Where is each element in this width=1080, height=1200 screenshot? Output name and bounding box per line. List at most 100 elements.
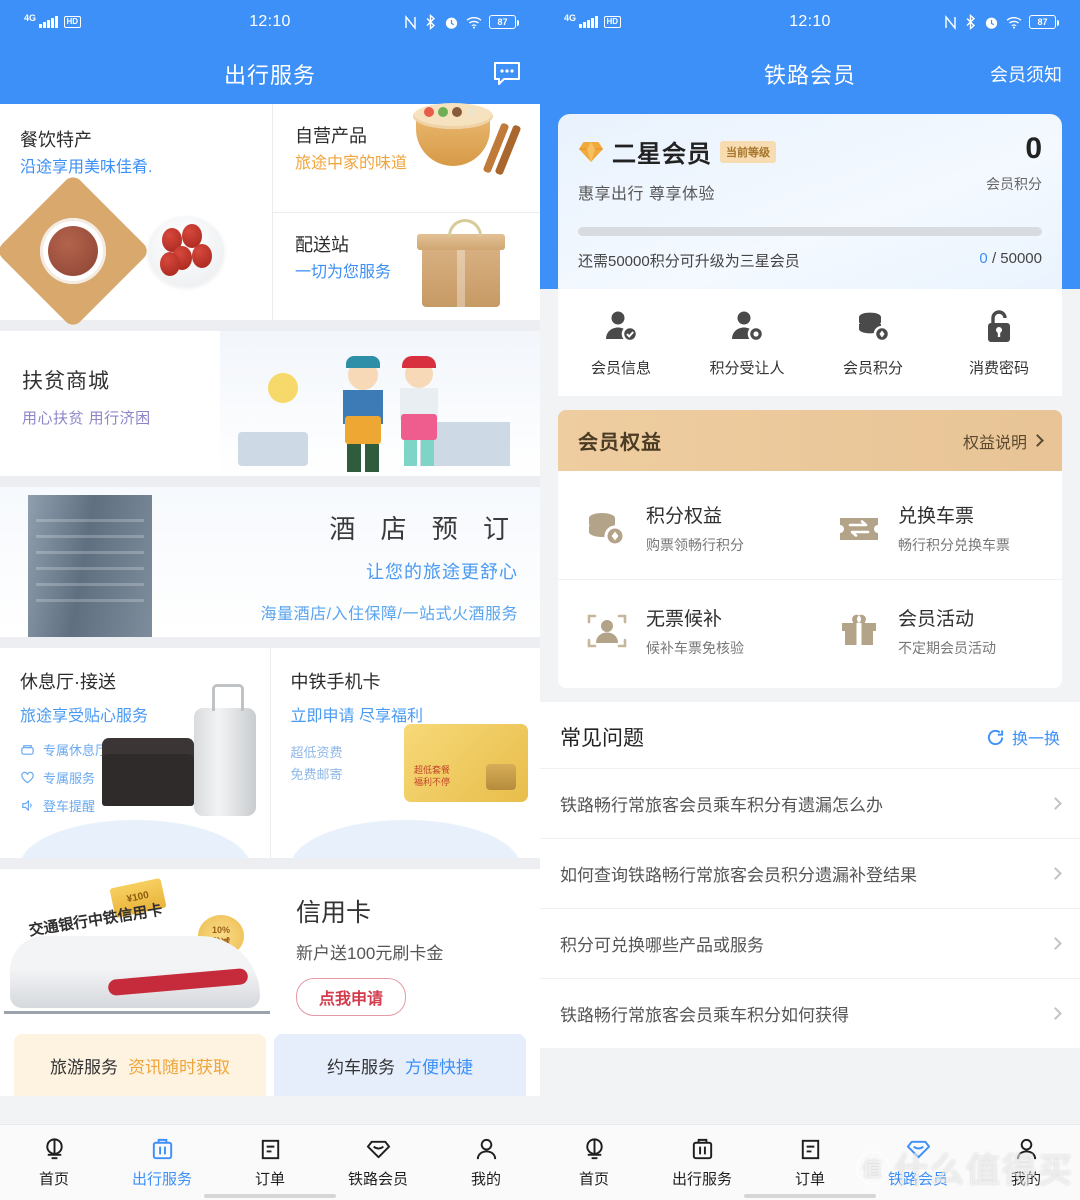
faq-title: 常见问题	[560, 727, 644, 750]
jujube-plate-illustration	[148, 216, 224, 286]
hotel-building-illustration	[28, 495, 152, 637]
lounge-feature-label: 专属服务	[43, 771, 96, 786]
faq-item-text: 铁路畅行常旅客会员乘车积分如何获得	[560, 1006, 849, 1025]
progress-fraction: 0 / 50000	[979, 250, 1042, 271]
gift-box-illustration	[417, 218, 505, 307]
faq-item[interactable]: 如何查询铁路畅行常旅客会员积分遗漏补登结果	[540, 838, 1080, 908]
ticket-exchange-icon	[840, 518, 878, 540]
credit-subtitle: 新户送100元刷卡金	[296, 944, 444, 963]
progress-current: 0	[979, 250, 988, 267]
sim-chip-icon	[486, 764, 516, 790]
poverty-alleviation-banner[interactable]: 扶贫商城 用心扶贫 用行济困	[0, 331, 540, 476]
faq-item[interactable]: 积分可兑换哪些产品或服务	[540, 908, 1080, 978]
sim-card-text-1: 超低套餐	[414, 765, 451, 775]
tab-home[interactable]: 首页	[0, 1125, 108, 1200]
faq-refresh-label: 换一换	[1011, 731, 1060, 748]
quick-member-info[interactable]: 会员信息	[558, 309, 684, 378]
tab-member-label: 铁路会员	[887, 1171, 948, 1188]
tab-profile[interactable]: 我的	[972, 1125, 1080, 1200]
dual-screenshot: 4G HD 12:10 87 出行服务 餐饮特产 沿途享用美味佳肴. 自营产品 …	[0, 0, 1080, 1200]
status-network-group: 4G HD	[24, 13, 82, 28]
faq-item[interactable]: 铁路畅行常旅客会员乘车积分如何获得	[540, 978, 1080, 1048]
sim-title: 中铁手机卡	[290, 672, 381, 692]
farmers-illustration	[220, 331, 540, 476]
sim-subtitle: 立即申请 尽享福利	[290, 708, 423, 725]
food-specialty-card[interactable]: 餐饮特产 沿途享用美味佳肴.	[0, 104, 272, 329]
section-divider-4	[0, 858, 540, 869]
current-level-badge: 当前等级	[720, 140, 776, 163]
chat-bubble-icon[interactable]	[492, 61, 522, 87]
quick-pay-password[interactable]: 消费密码	[936, 309, 1062, 378]
right-item-title: 积分权益	[646, 506, 723, 527]
car-hailing-chip[interactable]: 约车服务 方便快捷	[274, 1034, 526, 1096]
right-item-text: 无票候补 候补车票免核验	[646, 604, 744, 658]
quick-member-points[interactable]: 会员积分	[810, 309, 936, 378]
tab-orders-label: 订单	[254, 1171, 285, 1188]
right-item-member-activity[interactable]: 会员活动 不定期会员活动	[810, 579, 1062, 682]
faq-refresh-button[interactable]: 换一换	[986, 725, 1060, 749]
member-notice-link[interactable]: 会员须知	[990, 61, 1062, 87]
food-section: 餐饮特产 沿途享用美味佳肴. 自营产品 旅途中家的味道 配送站 一切为您服务	[0, 103, 540, 329]
tab-home[interactable]: 首页	[540, 1125, 648, 1200]
quick-actions-row: 会员信息 积分受让人 会员积分 消费密码	[558, 289, 1062, 396]
section-divider	[0, 320, 540, 331]
member-card-left: 二星会员 当前等级 惠享出行 尊享体验	[578, 134, 986, 204]
tab-travel-label: 出行服务	[131, 1171, 192, 1188]
faq-section: 常见问题 换一换 铁路畅行常旅客会员乘车积分有遗漏怎么办 如何查询铁路畅行常旅客…	[540, 702, 1080, 1048]
battery-icon: 87	[489, 15, 519, 29]
credit-card-banner[interactable]: ¥100 10% 秒减 交通银行中铁信用卡 信用卡 新户送100元刷卡金 点我申…	[0, 869, 540, 1034]
right-item-title: 兑换车票	[898, 506, 975, 527]
rights-explanation-link[interactable]: 权益说明	[963, 429, 1044, 453]
tab-orders[interactable]: 订单	[756, 1125, 864, 1200]
tab-travel-services[interactable]: 出行服务	[108, 1125, 216, 1200]
food-specialty-subtitle: 沿途享用美味佳肴.	[20, 159, 153, 176]
nav-bar-right: 铁路会员 会员须知	[540, 44, 1080, 104]
bottom-chip-row: 旅游服务 资讯随时获取 约车服务 方便快捷	[0, 1034, 540, 1096]
hotel-booking-banner[interactable]: 酒 店 预 订 让您的旅途更舒心 海量酒店/入住保障/一站式火酒服务	[0, 487, 540, 637]
apply-button[interactable]: 点我申请	[296, 978, 407, 1016]
member-rights-grid: 积分权益 购票领畅行积分 兑换车票 畅行积分兑换车票 无票候补 候补车票免核验 …	[558, 471, 1062, 688]
diamond-icon	[579, 141, 603, 162]
right-item-waitlist[interactable]: 无票候补 候补车票免核验	[558, 579, 810, 682]
suitcase-icon	[692, 1138, 712, 1160]
right-item-ticket-exchange[interactable]: 兑换车票 畅行积分兑换车票	[810, 477, 1062, 579]
delivery-station-card[interactable]: 配送站 一切为您服务	[273, 211, 540, 321]
right-panel-railway-member: 4G HD 12:10 87 铁路会员 会员须知 二星会员 当前等级 惠享出行 …	[540, 0, 1080, 1200]
rail-line	[4, 1011, 270, 1014]
tab-railway-member[interactable]: 铁路会员	[324, 1125, 432, 1200]
self-operated-card[interactable]: 自营产品 旅途中家的味道	[273, 103, 540, 212]
left-panel-travel-services: 4G HD 12:10 87 出行服务 餐饮特产 沿途享用美味佳肴. 自营产品 …	[0, 0, 540, 1200]
tab-travel-services[interactable]: 出行服务	[648, 1125, 756, 1200]
member-level-title-row: 二星会员 当前等级	[578, 134, 986, 169]
tab-profile[interactable]: 我的	[432, 1125, 540, 1200]
tab-travel-label: 出行服务	[671, 1171, 732, 1188]
chevron-right-icon	[1049, 797, 1062, 810]
lounge-card[interactable]: 休息厅·接送 旅途享受贴心服务 专属休息厅 专属服务 登车提醒	[0, 648, 270, 858]
tab-bar-right: 首页 出行服务 订单 铁路会员 我的	[540, 1124, 1080, 1200]
self-operated-title: 自营产品	[295, 126, 367, 146]
credit-brand-text: 交通银行中铁信用卡	[27, 901, 164, 940]
right-item-points[interactable]: 积分权益 购票领畅行积分	[558, 477, 810, 579]
hotel-title: 酒 店 预 订	[329, 514, 518, 544]
sim-card-text-2: 福利不停	[414, 777, 451, 787]
member-points-block: 0 会员积分	[986, 134, 1042, 194]
level-progress-bar	[578, 227, 1042, 236]
sim-card-card[interactable]: 中铁手机卡 立即申请 尽享福利 超低资费 免费邮寄 超低套餐 福利不停	[269, 648, 540, 858]
member-rights-section: 会员权益 权益说明 积分权益 购票领畅行积分 兑换车票 畅行积分兑换车票 无票候…	[558, 410, 1062, 688]
tab-orders[interactable]: 订单	[216, 1125, 324, 1200]
travel-service-chip[interactable]: 旅游服务 资讯随时获取	[14, 1034, 266, 1096]
chevron-right-icon	[1049, 1007, 1062, 1020]
member-points-value: 0	[1025, 132, 1042, 165]
tab-railway-member[interactable]: 铁路会员	[864, 1125, 972, 1200]
status-network-group-right: 4G HD	[564, 13, 622, 28]
credit-train-illustration: ¥100 10% 秒减 交通银行中铁信用卡	[0, 869, 290, 1034]
nav-bar-left: 出行服务	[0, 44, 540, 104]
member-points-label: 会员积分	[986, 176, 1042, 192]
car-hailing-sub: 方便快捷	[405, 1057, 473, 1077]
faq-item[interactable]: 铁路畅行常旅客会员乘车积分有遗漏怎么办	[540, 768, 1080, 838]
nfc-icon	[405, 14, 416, 30]
alarm-icon	[445, 17, 458, 29]
quick-points-transferee[interactable]: 积分受让人	[684, 309, 810, 378]
tab-profile-label: 我的	[470, 1171, 501, 1188]
speaker-icon	[22, 800, 32, 811]
